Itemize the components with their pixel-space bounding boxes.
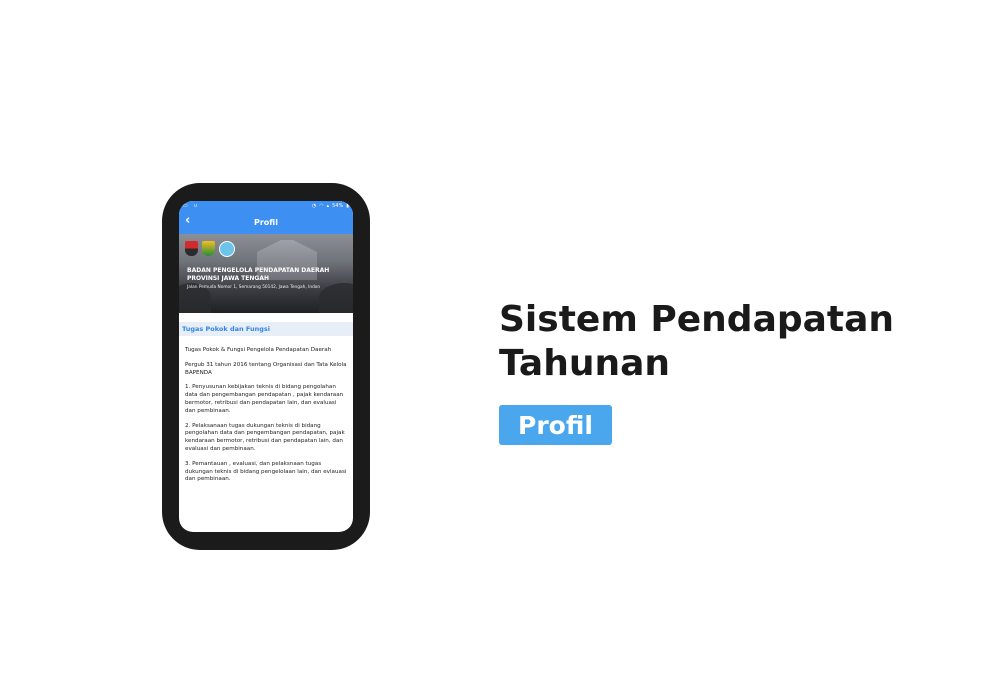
tree-silhouette <box>319 283 353 313</box>
central-java-logo-icon <box>202 241 215 256</box>
battery-icon: ▮ <box>346 202 349 209</box>
paragraph: 1. Penyusunan kebijakan teknis di bidang… <box>185 384 344 414</box>
sync-icon: ∪ <box>193 202 198 209</box>
paragraph: 3. Pemantauan , evaluasi, dan pelaksnaan… <box>185 460 347 483</box>
notification-icon: ▭ <box>183 202 188 209</box>
paragraph: Tugas Pokok & Fungsi Pengelola Pendapata… <box>185 347 332 353</box>
banner-title-line2: PROVINSI JAWA TENGAH <box>187 275 269 282</box>
battery-percent: 54% <box>332 202 344 209</box>
signal-icon: ▴ <box>326 202 330 209</box>
status-bar-right: ◔ ◠ ▴ 54% ▮ <box>312 203 349 209</box>
paragraph: 2. Pelaksanaan tugas dukungan teknis di … <box>185 422 345 452</box>
status-bar-left: ▭ ∪ <box>183 203 197 209</box>
phone-mockup: ▭ ∪ ◔ ◠ ▴ 54% ▮ ‹ Profil BADAN PENGELOLA… <box>162 183 370 550</box>
status-bar: ▭ ∪ ◔ ◠ ▴ 54% ▮ <box>179 201 353 210</box>
headline-line1: Sistem Pendapatan <box>499 299 895 340</box>
headline: Sistem Pendapatan Tahunan <box>499 298 919 386</box>
app-bar: ‹ Profil <box>179 210 353 234</box>
wifi-icon: ◠ <box>319 202 324 209</box>
section-title: Tugas Pokok dan Fungsi <box>182 325 270 333</box>
profil-tag: Profil <box>499 405 612 445</box>
banner-title-line1: BADAN PENGELOLA PENDAPATAN DAERAH <box>187 267 330 274</box>
phone-screen: ▭ ∪ ◔ ◠ ▴ 54% ▮ ‹ Profil BADAN PENGELOLA… <box>179 201 353 532</box>
chevron-left-icon[interactable]: ‹ <box>185 214 190 228</box>
profile-banner: BADAN PENGELOLA PENDAPATAN DAERAH PROVIN… <box>179 234 353 313</box>
logo-group <box>185 241 235 257</box>
section-header: Tugas Pokok dan Fungsi <box>179 322 353 336</box>
profil-tag-label: Profil <box>518 410 593 440</box>
bapenda-logo-icon <box>219 241 235 257</box>
police-logo-icon <box>185 241 198 256</box>
paragraph: Pergub 31 tahun 2016 tentang Organisasi … <box>185 361 347 376</box>
section-content: Tugas Pokok & Fungsi Pengelola Pendapata… <box>179 336 353 484</box>
alarm-icon: ◔ <box>311 202 317 209</box>
banner-address: Jalan Pemuda Nomor 1, Semarang 50142, Ja… <box>187 285 321 290</box>
banner-title: BADAN PENGELOLA PENDAPATAN DAERAH PROVIN… <box>187 267 329 283</box>
headline-line2: Tahunan <box>499 343 671 384</box>
app-bar-title: Profil <box>254 217 278 227</box>
